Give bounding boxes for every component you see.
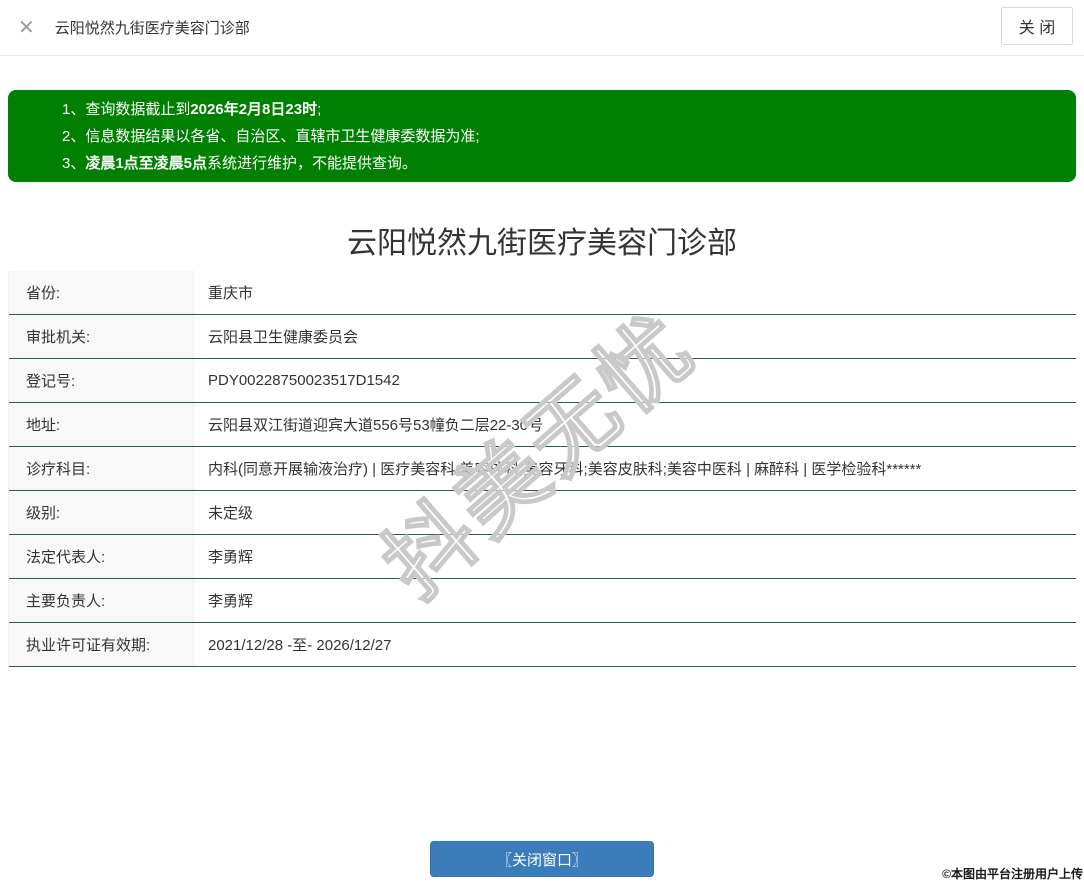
footer-watermark: ©本图由平台注册用户上传 [942, 867, 1083, 881]
close-x-icon[interactable]: ✕ [18, 18, 35, 38]
notice-line-1-post: ; [317, 100, 322, 118]
table-row-legal-representative: 法定代表人: 李勇辉 [9, 535, 1076, 579]
window-title: 云阳悦然九街医疗美容门诊部 [54, 20, 250, 37]
row-label: 执业许可证有效期: [9, 623, 194, 666]
table-row-registration-number: 登记号: PDY00228750023517D1542 [9, 359, 1076, 403]
close-window-button[interactable]: 〖关闭窗口〗 [430, 841, 654, 877]
query-result-window: ✕ 云阳悦然九街医疗美容门诊部 关 闭 1、查询数据截止到2026年2月8日23… [0, 0, 1084, 885]
row-value: 云阳县双江街道迎宾大道556号53幢负二层22-30号 [208, 417, 544, 434]
window-header: ✕ 云阳悦然九街医疗美容门诊部 关 闭 [0, 0, 1084, 56]
table-row-level: 级别: 未定级 [9, 491, 1076, 535]
notice-line-1: 1、查询数据截止到2026年2月8日23时; [62, 96, 1076, 123]
notice-line-3-bold: 凌晨1点至凌晨5点 [85, 154, 208, 172]
table-row-license-validity: 执业许可证有效期: 2021/12/28 -至- 2026/12/27 [9, 623, 1076, 667]
row-value: 李勇辉 [208, 593, 254, 610]
page-title: 云阳悦然九街医疗美容门诊部 [347, 227, 737, 260]
row-label: 主要负责人: [9, 579, 194, 622]
institution-info-table: 省份: 重庆市 审批机关: 云阳县卫生健康委员会 登记号: PDY0022875… [8, 271, 1076, 667]
table-row-approval-authority: 审批机关: 云阳县卫生健康委员会 [9, 315, 1076, 359]
table-row-address: 地址: 云阳县双江街道迎宾大道556号53幢负二层22-30号 [9, 403, 1076, 447]
notice-line-1-bold: 2026年2月8日23时 [190, 100, 318, 118]
row-label: 法定代表人: [9, 535, 194, 578]
notice-line-2: 2、信息数据结果以各省、自治区、直辖市卫生健康委数据为准; [62, 123, 1076, 150]
row-label: 级别: [9, 491, 194, 534]
notice-line-3: 3、凌晨1点至凌晨5点系统进行维护，不能提供查询。 [62, 150, 1076, 177]
row-label: 省份: [9, 271, 194, 314]
notice-line-1-pre: 1、查询数据截止到 [62, 100, 191, 118]
row-value: PDY00228750023517D1542 [208, 372, 400, 389]
table-row-main-person-in-charge: 主要负责人: 李勇辉 [9, 579, 1076, 623]
row-label: 地址: [9, 403, 194, 446]
notice-line-3-pre: 3、 [62, 154, 86, 172]
table-row-province: 省份: 重庆市 [9, 271, 1076, 315]
row-label: 登记号: [9, 359, 194, 402]
row-value: 李勇辉 [208, 549, 254, 566]
row-value: 2021/12/28 -至- 2026/12/27 [208, 637, 392, 654]
row-value: 内科(同意开展输液治疗) | 医疗美容科;美容外科;美容牙科;美容皮肤科;美容中… [208, 461, 922, 478]
row-value: 未定级 [208, 505, 254, 522]
notice-banner: 1、查询数据截止到2026年2月8日23时; 2、信息数据结果以各省、自治区、直… [8, 90, 1076, 182]
notice-line-3-post: 系统进行维护，不能提供查询。 [207, 154, 418, 172]
notice-line-2-pre: 2、信息数据结果以各省、自治区、直辖市卫生健康委数据为准; [62, 127, 480, 145]
row-label: 审批机关: [9, 315, 194, 358]
row-value: 重庆市 [208, 285, 254, 302]
table-row-medical-subjects: 诊疗科目: 内科(同意开展输液治疗) | 医疗美容科;美容外科;美容牙科;美容皮… [9, 447, 1076, 491]
close-button[interactable]: 关 闭 [1001, 7, 1073, 45]
row-value: 云阳县卫生健康委员会 [208, 329, 359, 346]
row-label: 诊疗科目: [9, 447, 194, 490]
